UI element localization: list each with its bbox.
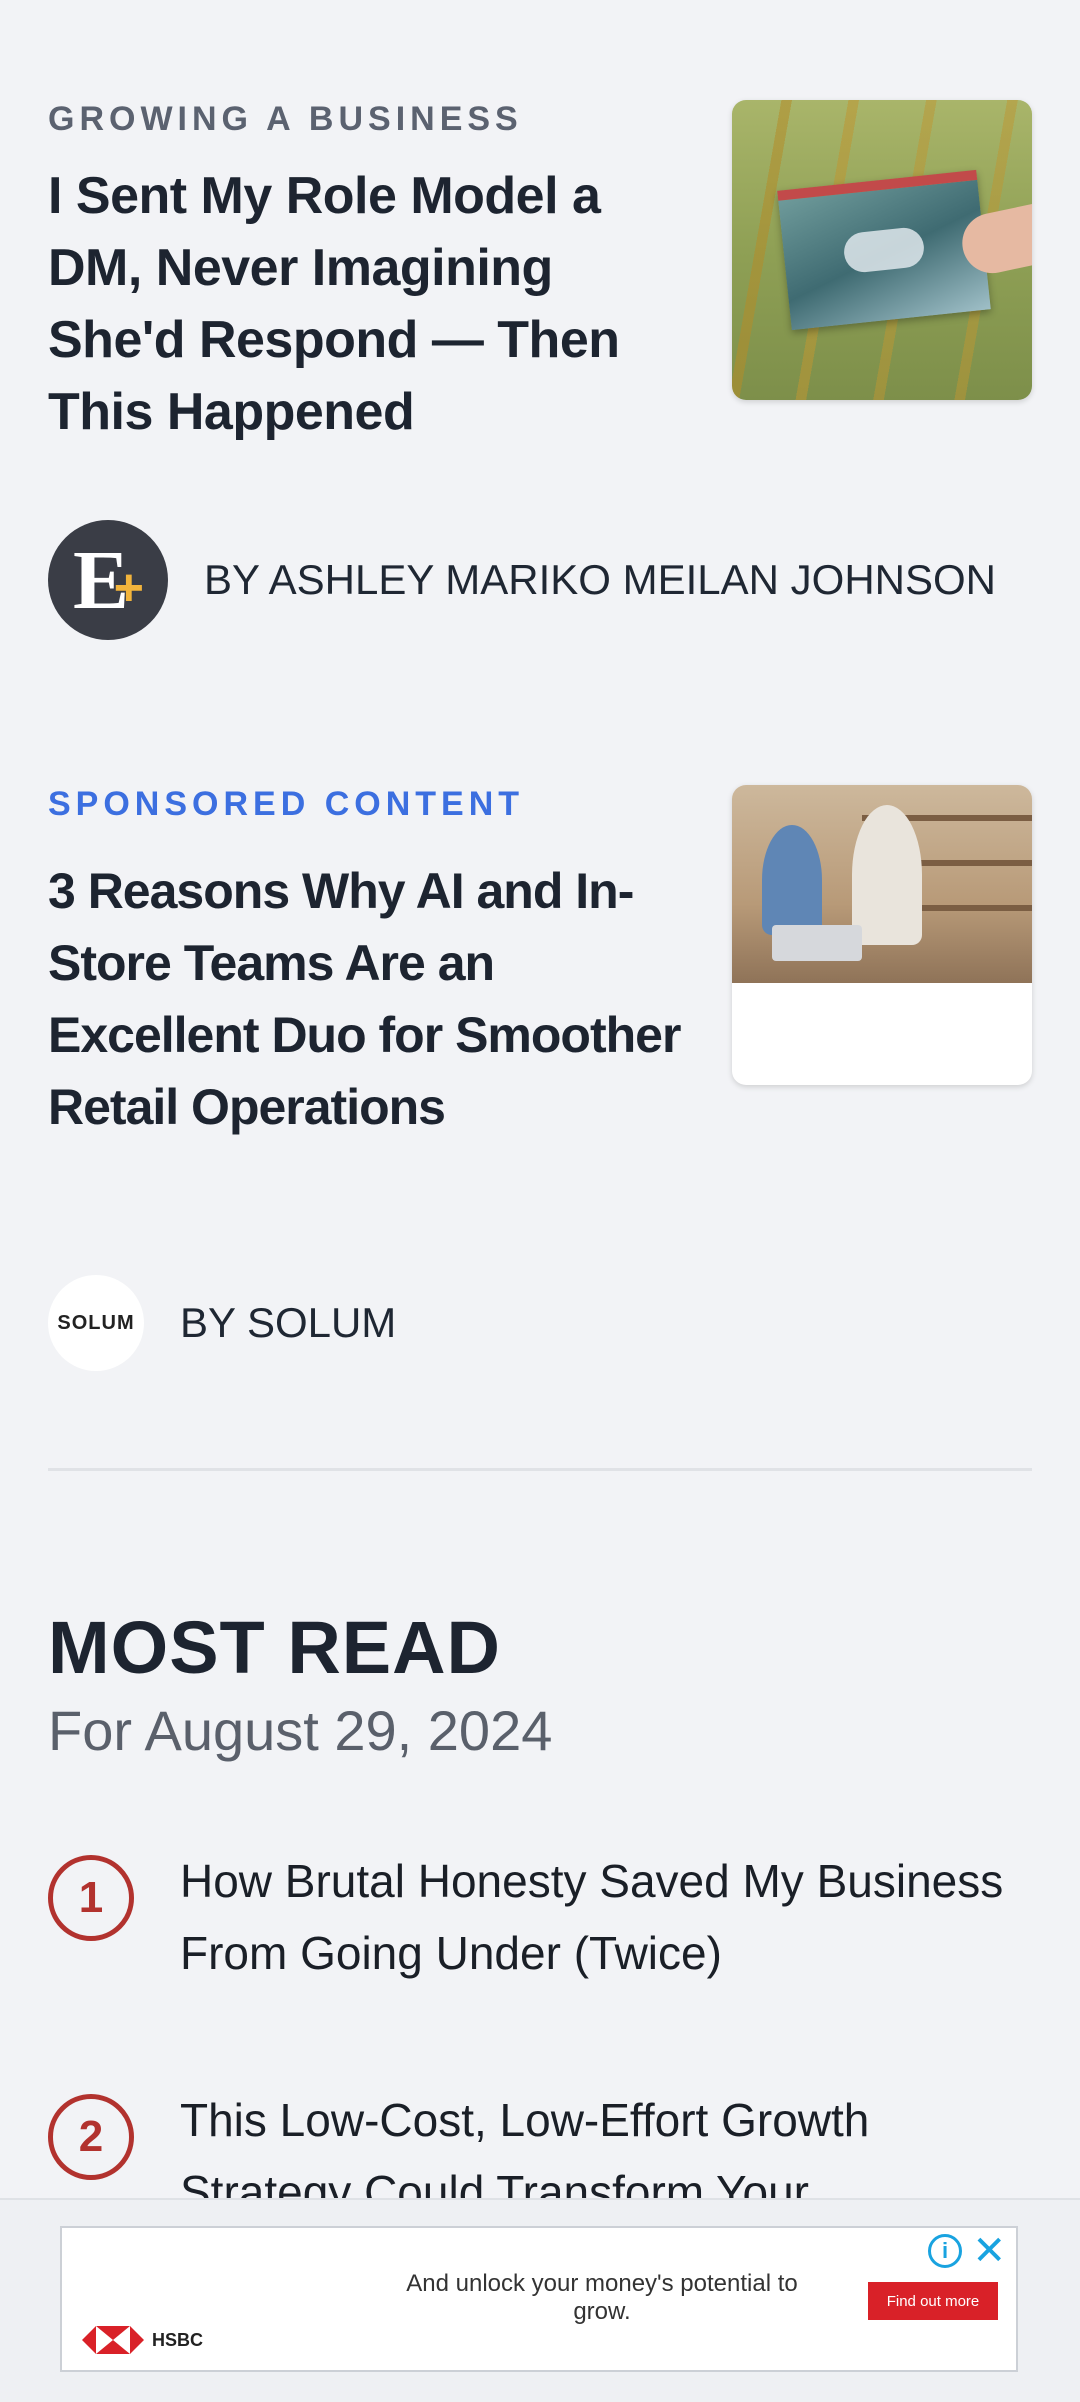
rank-badge: 1 (48, 1855, 134, 1941)
shop-photo (732, 785, 1032, 983)
solum-logo: SOLUM (48, 1275, 144, 1371)
sponsored-article-card[interactable]: SPONSORED CONTENT 3 Reasons Why AI and I… (48, 785, 1032, 1405)
author-byline[interactable]: E + BY ASHLEY MARIKO MEILAN JOHNSON (48, 520, 996, 640)
entrepreneur-plus-logo: E + (48, 520, 168, 640)
close-icon[interactable]: ✕ (972, 2228, 1006, 2274)
most-read-heading: MOST READ (48, 1606, 501, 1689)
article-thumbnail[interactable] (732, 785, 1032, 1085)
most-read-title[interactable]: How Brutal Honesty Saved My Business Fro… (180, 1845, 1040, 1989)
hsbc-label: HSBC (152, 2329, 204, 2350)
ad-text: And unlock your money's potential to gro… (406, 2270, 798, 2325)
hsbc-hexagon-icon (82, 2326, 144, 2354)
article-card[interactable]: GROWING A BUSINESS I Sent My Role Model … (48, 100, 1032, 660)
sponsor-name[interactable]: BY SOLUM (180, 1299, 396, 1347)
info-icon[interactable]: i (928, 2234, 962, 2268)
most-read-date: For August 29, 2024 (48, 1699, 553, 1762)
article-category[interactable]: GROWING A BUSINESS (48, 100, 523, 139)
section-divider (48, 1468, 1032, 1471)
author-name[interactable]: BY ASHLEY MARIKO MEILAN JOHNSON (204, 556, 996, 604)
ad-banner[interactable]: And unlock your money's potential to gro… (60, 2226, 1018, 2372)
ad-cta-button[interactable]: Find out more (868, 2282, 998, 2320)
ad-banner-container: And unlock your money's potential to gro… (0, 2198, 1080, 2402)
rank-badge: 2 (48, 2094, 134, 2180)
sponsored-label: SPONSORED CONTENT (48, 785, 525, 823)
photo-image (777, 169, 991, 331)
article-title[interactable]: 3 Reasons Why AI and In-Store Teams Are … (48, 855, 708, 1143)
article-thumbnail[interactable] (732, 100, 1032, 400)
article-title[interactable]: I Sent My Role Model a DM, Never Imagini… (48, 160, 678, 448)
hsbc-logo: HSBC (82, 2326, 203, 2354)
sponsor-byline[interactable]: SOLUM BY SOLUM (48, 1275, 396, 1371)
